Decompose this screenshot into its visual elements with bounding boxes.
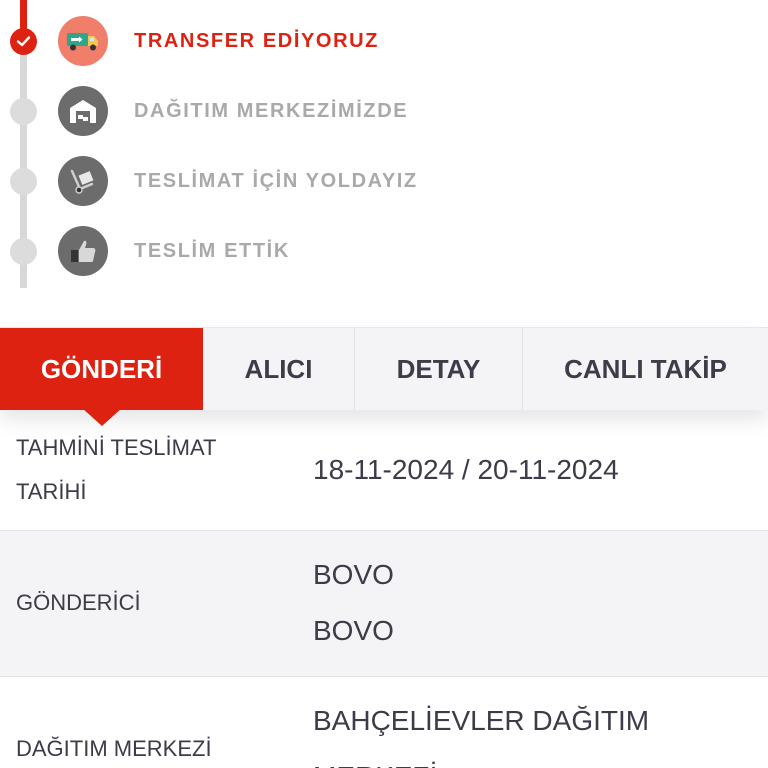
distribution-center-value-2: MERKEZİ (313, 749, 437, 768)
step-dot (10, 98, 37, 125)
sender-row: GÖNDERİCİ BOVO BOVO (0, 531, 768, 676)
sender-value: BOVO (313, 559, 394, 590)
step-label: TESLİMAT İÇİN YOLDAYIZ (134, 170, 418, 192)
distribution-center-label: DAĞITIM MERKEZİ (16, 736, 212, 761)
truck-icon (58, 16, 108, 66)
estimated-delivery-label: TAHMİNİ TESLİMAT (16, 435, 217, 460)
step-dot (10, 238, 37, 265)
timeline-step-transfer: TRANSFER EDİYORUZ (0, 14, 768, 68)
tab-detail[interactable]: DETAY (355, 328, 523, 410)
estimated-delivery-label-2: TARİHİ (16, 479, 87, 504)
tab-bar: GÖNDERİ ALICI DETAY CANLI TAKİP (0, 327, 768, 410)
estimated-delivery-row: TAHMİNİ TESLİMAT TARİHİ 18-11-2024 / 20-… (0, 426, 768, 530)
step-label: TRANSFER EDİYORUZ (134, 30, 379, 52)
timeline-step-distribution-center: DAĞITIM MERKEZİMİZDE (0, 84, 768, 138)
timeline-step-out-for-delivery: TESLİMAT İÇİN YOLDAYIZ (0, 154, 768, 208)
sender-label: GÖNDERİCİ (16, 590, 141, 615)
hand-truck-icon (58, 156, 108, 206)
tab-shipment[interactable]: GÖNDERİ (0, 328, 203, 410)
active-tab-pointer (82, 408, 122, 426)
step-label: DAĞITIM MERKEZİMİZDE (134, 100, 409, 122)
step-check-dot (10, 28, 37, 55)
tab-recipient[interactable]: ALICI (203, 328, 355, 410)
timeline-step-delivered: TESLİM ETTİK (0, 224, 768, 278)
distribution-center-row: DAĞITIM MERKEZİ BAHÇELİEVLER DAĞITIM MER… (0, 677, 768, 768)
step-dot (10, 168, 37, 195)
step-label: TESLİM ETTİK (134, 240, 290, 262)
thumbs-up-icon (58, 226, 108, 276)
shipment-status-timeline: TRANSFER EDİYORUZ DAĞITIM MERKEZİMİZDE T… (0, 0, 768, 290)
tab-live-tracking[interactable]: CANLI TAKİP (523, 328, 768, 410)
warehouse-icon (58, 86, 108, 136)
estimated-delivery-value: 18-11-2024 / 20-11-2024 (313, 454, 619, 485)
distribution-center-value: BAHÇELİEVLER DAĞITIM (313, 705, 650, 736)
checkmark-icon (16, 36, 31, 47)
sender-value-2: BOVO (313, 615, 394, 646)
